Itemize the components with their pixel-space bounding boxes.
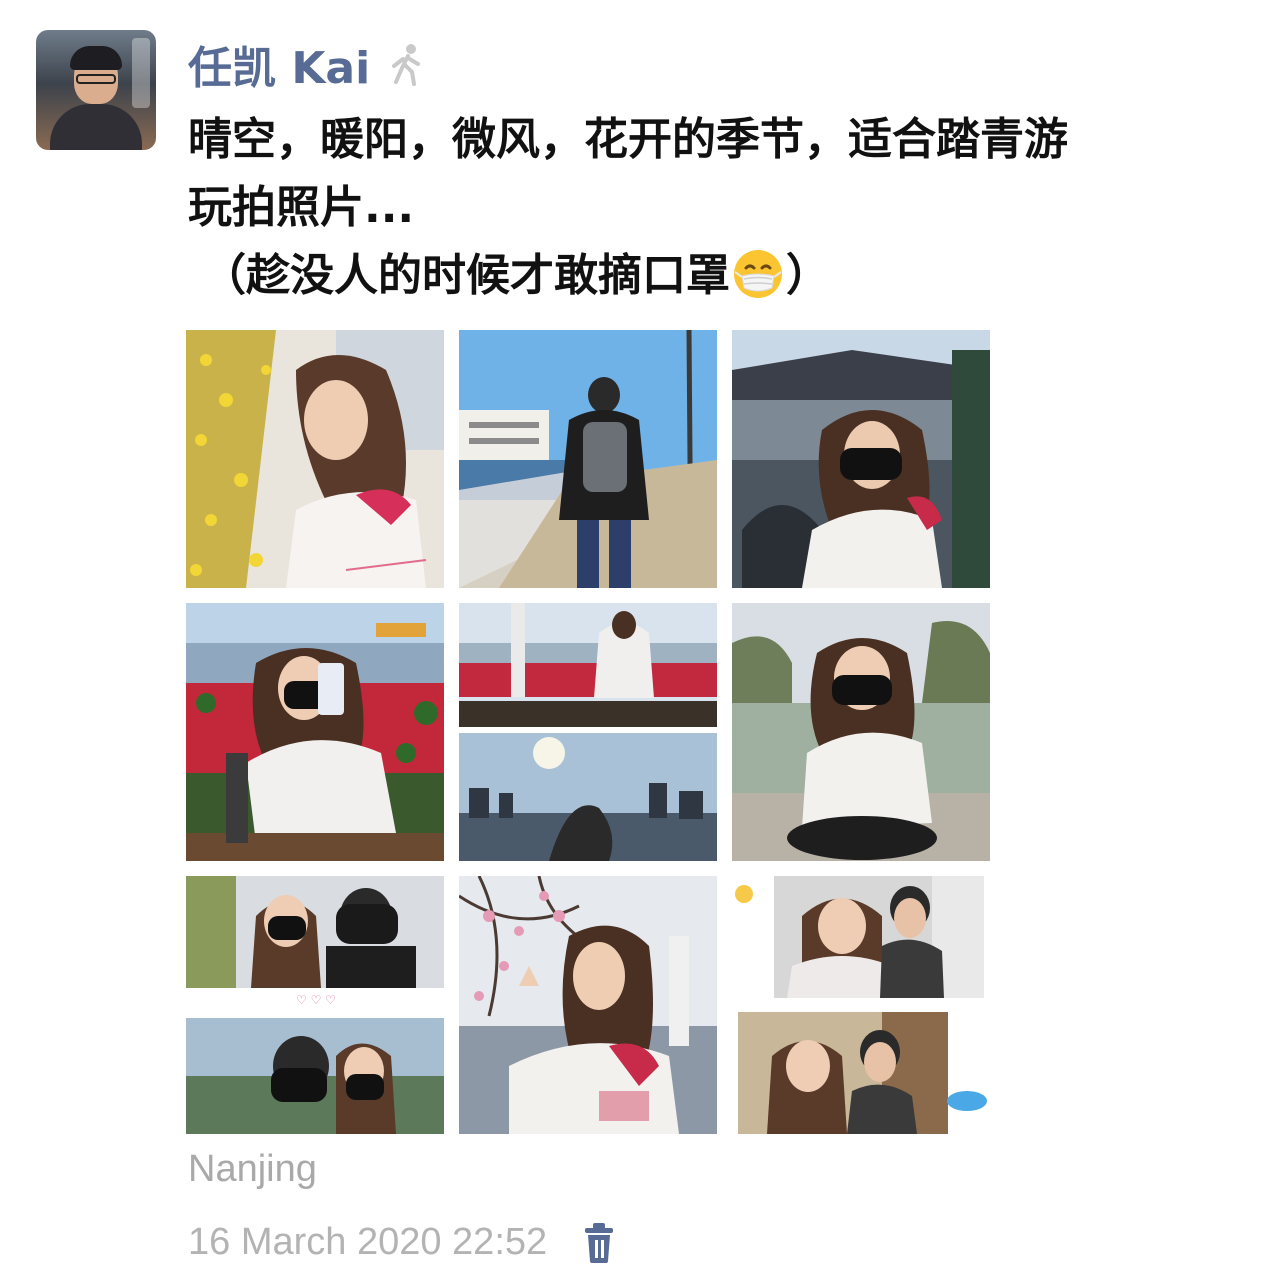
post-text-line-1: 晴空，暖阳，微风，花开的季节，适合踏青游 bbox=[188, 114, 1068, 165]
author-name[interactable]: 任凯 Kai bbox=[188, 32, 370, 96]
author-header: 任凯 Kai bbox=[188, 34, 428, 94]
face-with-medical-mask-emoji bbox=[734, 250, 782, 298]
photo-bench-and-sunset-collage[interactable] bbox=[459, 603, 717, 861]
avatar-body bbox=[50, 104, 142, 150]
post-text-line-3-start: （趁没人的时候才敢摘口罩 bbox=[202, 250, 730, 301]
post-text-line-3: （趁没人的时候才敢摘口罩 ） bbox=[188, 242, 1248, 310]
avatar-background-light bbox=[132, 38, 150, 108]
photo-grid: ♡ ♡ ♡ bbox=[186, 330, 990, 1134]
photo-lakeshore-seated[interactable] bbox=[732, 603, 990, 861]
avatar-hair bbox=[70, 46, 122, 70]
location-label[interactable]: Nanjing bbox=[188, 1148, 317, 1191]
avatar-glasses bbox=[76, 74, 116, 84]
post-meta: 16 March 2020 22:52 bbox=[188, 1214, 617, 1270]
photo-couple-masked-collage[interactable]: ♡ ♡ ♡ bbox=[186, 876, 444, 1134]
photo-gate-tower-portrait[interactable] bbox=[732, 330, 990, 588]
photo-plum-blossom-portrait[interactable] bbox=[459, 876, 717, 1134]
photo-lakeside-phone-selfie[interactable] bbox=[186, 603, 444, 861]
author-avatar[interactable] bbox=[36, 30, 156, 150]
trash-icon[interactable] bbox=[581, 1220, 617, 1264]
post-timestamp: 16 March 2020 22:52 bbox=[188, 1220, 548, 1263]
walking-person-icon bbox=[392, 44, 421, 86]
photo-couple-home-collage[interactable] bbox=[732, 876, 990, 1134]
svg-text:♡ ♡ ♡: ♡ ♡ ♡ bbox=[296, 993, 336, 1007]
post-text-line-2: 玩拍照片... bbox=[188, 182, 415, 233]
photo-forsythia-portrait[interactable] bbox=[186, 330, 444, 588]
post-text: 晴空，暖阳，微风，花开的季节，适合踏青游 玩拍照片... （趁没人的时候才敢摘口… bbox=[188, 106, 1248, 310]
photo-riverside-walkway[interactable] bbox=[459, 330, 717, 588]
post-text-line-3-end: ） bbox=[786, 250, 830, 301]
